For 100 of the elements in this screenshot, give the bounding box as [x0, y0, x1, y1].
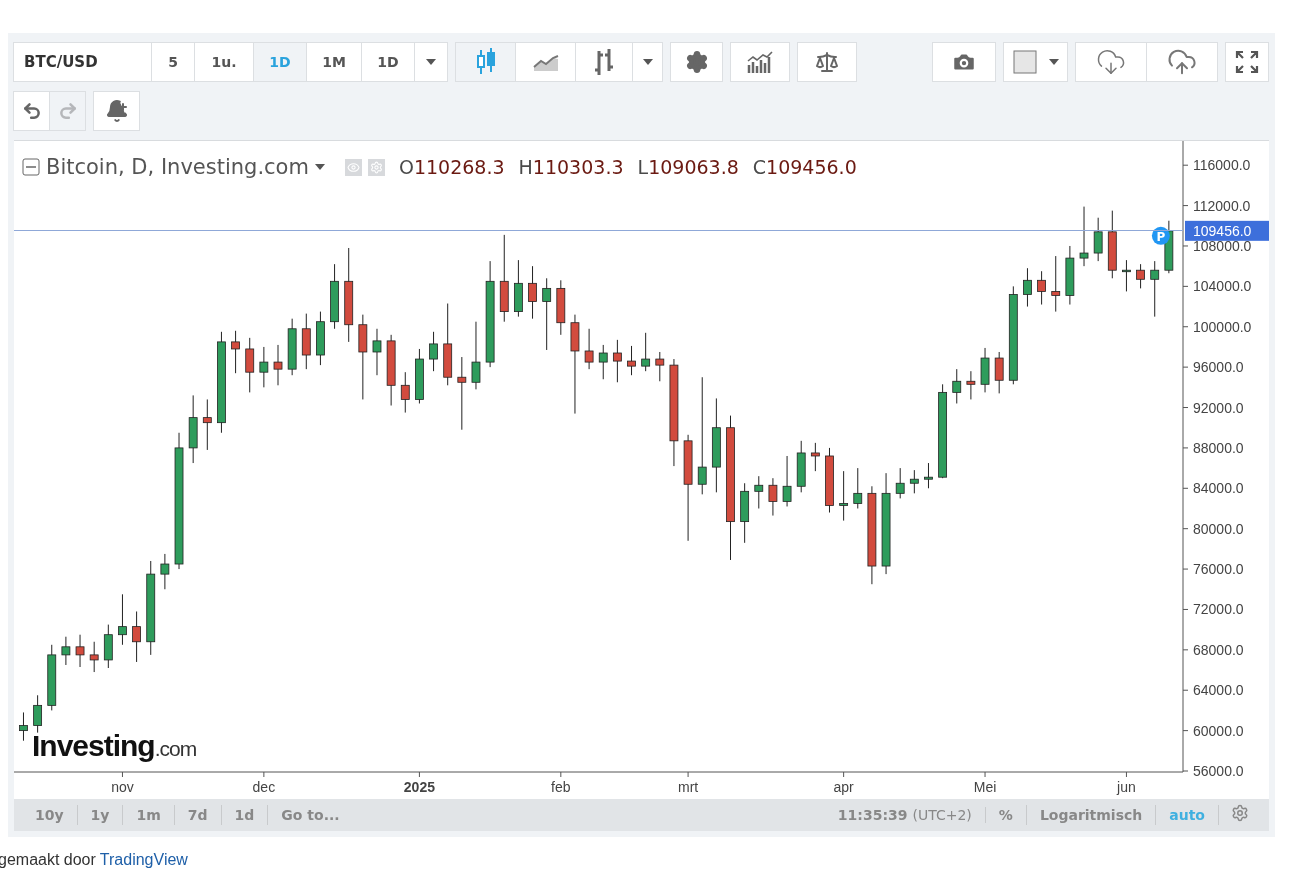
range-button[interactable]: 1m	[123, 805, 175, 825]
price-label: 56000.0	[1193, 763, 1244, 779]
save-chart-button[interactable]	[1146, 42, 1218, 82]
range-button[interactable]: 1d	[221, 805, 269, 825]
undo-icon	[21, 100, 42, 121]
date-label: nov	[111, 778, 134, 796]
clock-time: 11:35:39	[837, 807, 908, 823]
interval-button[interactable]: 1u.	[194, 42, 254, 82]
candlestick	[132, 610, 141, 663]
interval-button[interactable]: 5	[151, 42, 195, 82]
price-label: 72000.0	[1193, 601, 1244, 618]
chart-style-button[interactable]	[515, 42, 576, 82]
candlestick	[754, 475, 764, 509]
load-chart-button[interactable]	[1075, 42, 1147, 82]
candlestick	[994, 351, 1004, 394]
price-label: 84000.0	[1193, 480, 1244, 497]
price-marker[interactable]: P	[1151, 226, 1170, 245]
range-button[interactable]: 1y	[77, 805, 124, 825]
tradingview-link[interactable]: TradingView	[99, 851, 188, 869]
price-label: 80000.0	[1193, 520, 1244, 537]
candlestick	[75, 634, 85, 668]
candlestick	[514, 259, 523, 318]
caret-icon	[642, 59, 653, 65]
caret-icon	[1048, 59, 1059, 65]
candlestick	[598, 344, 608, 380]
candlestick	[259, 346, 269, 388]
candlestick	[556, 279, 566, 336]
bar-chart-icon	[592, 49, 616, 75]
log-scale-toggle[interactable]: Logaritmisch	[1026, 805, 1157, 825]
interval-button[interactable]: 1D	[361, 42, 415, 82]
candlestick	[839, 470, 849, 522]
candlestick	[1079, 206, 1089, 267]
candlestick	[33, 694, 42, 734]
symbol-field[interactable]: BTC/USD	[13, 42, 152, 82]
caret-icon	[426, 59, 436, 65]
candlestick	[287, 318, 297, 376]
date-label: mrt	[677, 778, 699, 796]
ohlc-value: H110303.3	[518, 156, 624, 178]
candlestick	[386, 334, 396, 406]
range-button[interactable]: 7d	[174, 805, 222, 825]
candlestick	[429, 331, 438, 372]
fullscreen-icon	[1235, 50, 1259, 74]
candlestick	[1093, 217, 1103, 262]
price-label: 108000.0	[1193, 238, 1252, 254]
candlestick	[952, 368, 962, 404]
candlestick	[231, 330, 240, 374]
cloud-upload-icon	[1167, 47, 1197, 77]
auto-scale-toggle[interactable]: auto	[1156, 805, 1219, 825]
candlestick	[1136, 263, 1145, 289]
candlestick	[273, 344, 283, 386]
price-label: 104000.0	[1193, 278, 1252, 295]
candlestick	[330, 263, 339, 330]
color-button[interactable]	[1003, 42, 1068, 82]
collapse-icon[interactable]	[22, 158, 40, 176]
settings-button[interactable]	[670, 42, 723, 82]
ohlc-value: L109063.8	[637, 156, 739, 178]
candlestick	[895, 467, 905, 499]
price-label: 100000.0	[1193, 318, 1252, 335]
candlestick	[316, 311, 325, 366]
scale-settings-icon[interactable]	[1231, 804, 1249, 822]
interval-menu-button[interactable]	[414, 42, 448, 82]
candlestick	[415, 348, 424, 404]
candlestick	[613, 339, 622, 383]
candlestick	[528, 265, 537, 320]
area-chart-icon	[532, 53, 559, 71]
candlestick	[584, 328, 594, 370]
percent-toggle[interactable]: %	[985, 805, 1027, 825]
compare-button[interactable]	[797, 42, 857, 82]
candlestick	[641, 332, 651, 372]
screenshot-button[interactable]	[932, 42, 996, 82]
indicators-button[interactable]	[730, 42, 790, 82]
date-label: jun	[1117, 778, 1136, 796]
ohlc-value: C109456.0	[752, 156, 857, 178]
interval-button[interactable]: 1D	[253, 42, 307, 82]
price-label: 96000.0	[1193, 359, 1244, 376]
candlestick	[1065, 245, 1075, 306]
series-title: Bitcoin, D, Investing.com	[46, 155, 309, 179]
candlestick	[768, 477, 778, 517]
candlestick	[471, 321, 481, 390]
range-button[interactable]: Go to...	[268, 805, 353, 825]
range-button[interactable]: 10y	[22, 805, 78, 825]
candlestick	[89, 641, 99, 673]
candlestick	[61, 636, 71, 666]
chart-style-menu-button[interactable]	[632, 42, 663, 82]
undo-button[interactable]	[13, 90, 50, 131]
scales-icon	[815, 50, 839, 74]
cloud-download-icon	[1096, 47, 1126, 77]
chart-style-button[interactable]	[455, 42, 516, 82]
fullscreen-button[interactable]	[1225, 42, 1269, 82]
candlestick	[853, 467, 863, 509]
candlestick-icon	[474, 48, 497, 76]
add-alert-button[interactable]	[93, 90, 140, 131]
candlestick	[655, 351, 665, 382]
ohlc-value: O110268.3	[398, 156, 505, 178]
candlestick	[1150, 260, 1160, 318]
chart-style-button[interactable]	[575, 42, 633, 82]
last-price-label: 109456.0	[1185, 220, 1269, 241]
interval-button[interactable]: 1M	[306, 42, 362, 82]
candlestick	[782, 455, 792, 507]
timezone[interactable]: (UTC+2)	[912, 807, 972, 823]
